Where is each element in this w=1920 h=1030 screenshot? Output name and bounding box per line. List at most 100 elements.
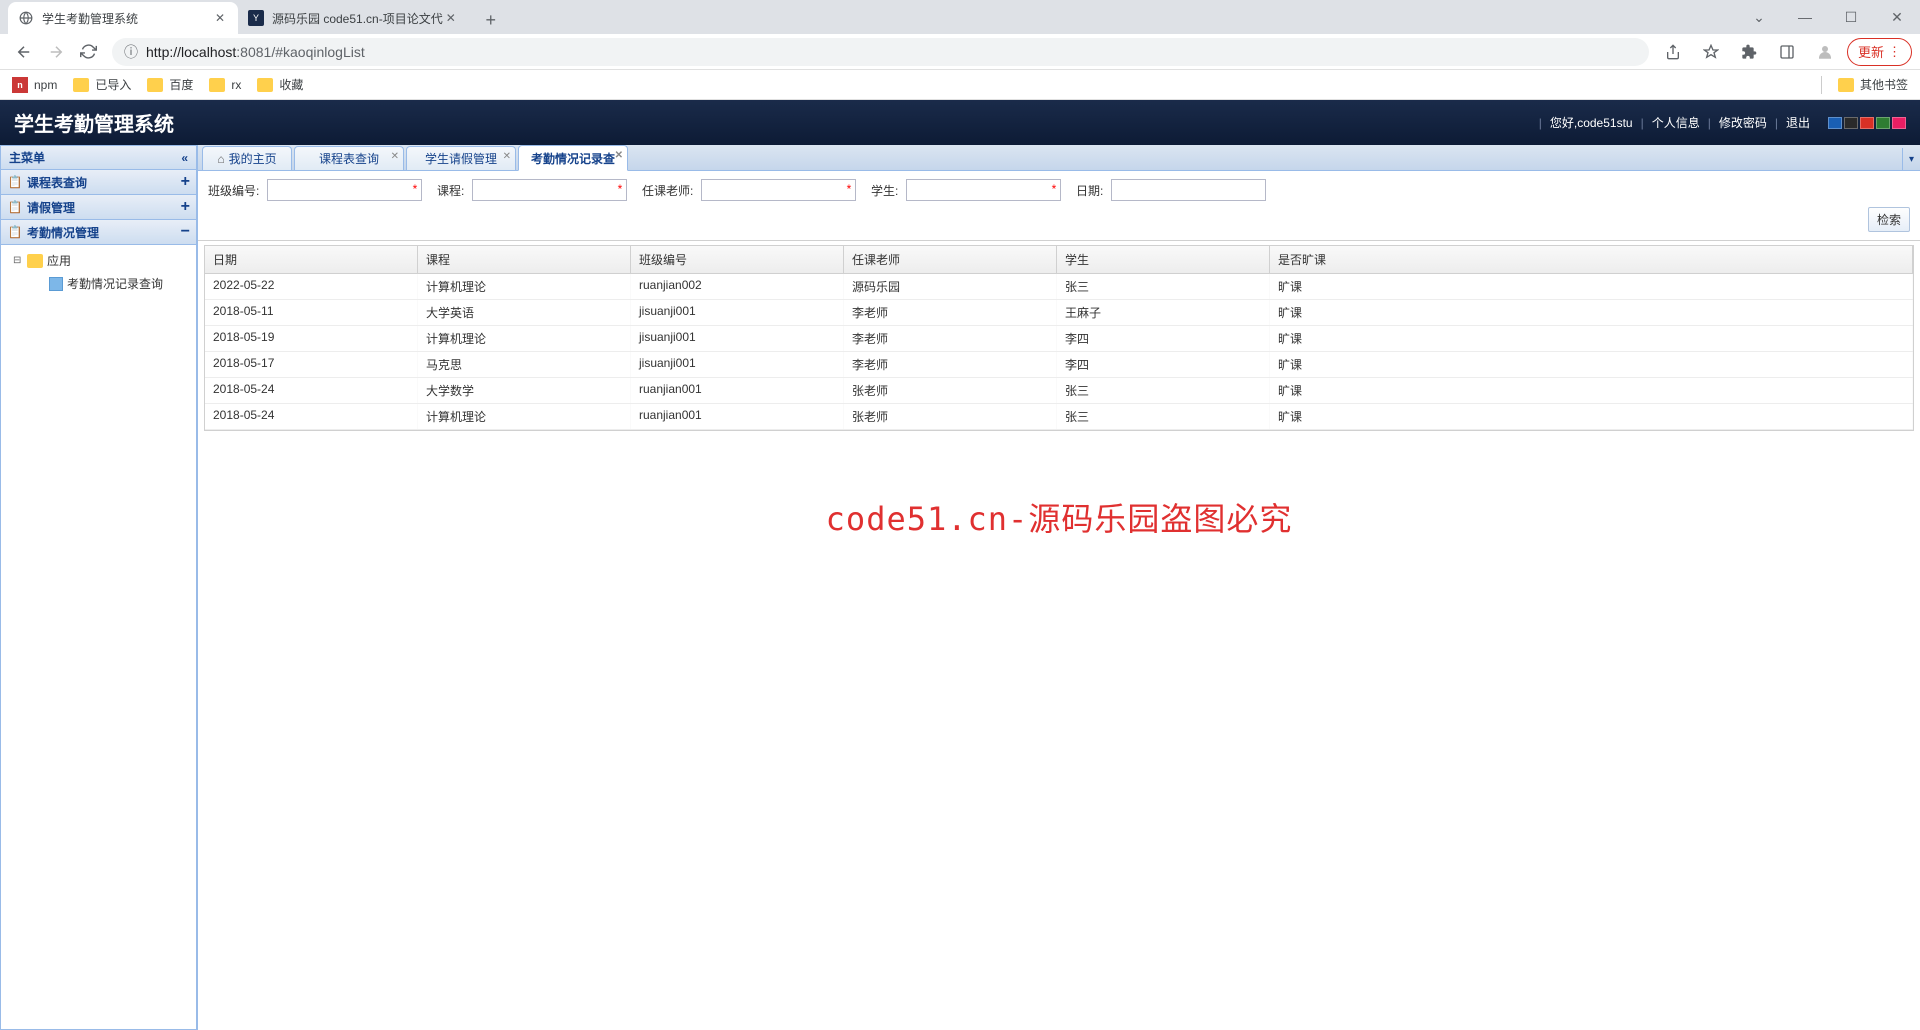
other-bookmarks[interactable]: 其他书签: [1838, 76, 1908, 93]
class-input[interactable]: [268, 180, 421, 200]
cell-class: ruanjian001: [631, 378, 844, 403]
extensions-icon[interactable]: [1733, 36, 1765, 68]
grid-header: 日期 课程 班级编号 任课老师 学生 是否旷课: [205, 246, 1913, 274]
table-row[interactable]: 2018-05-17马克思jisuanji001李老师李四旷课: [205, 352, 1913, 378]
browser-tab-inactive[interactable]: Y 源码乐园 code51.cn-项目论文代 ✕: [238, 2, 469, 34]
cell-student: 王麻子: [1057, 300, 1270, 325]
theme-color[interactable]: [1860, 117, 1874, 129]
divider: |: [1539, 116, 1542, 130]
course-field[interactable]: [472, 179, 627, 201]
back-button[interactable]: [8, 36, 40, 68]
teacher-field[interactable]: [701, 179, 856, 201]
student-input[interactable]: [907, 180, 1060, 200]
table-row[interactable]: 2018-05-19计算机理论jisuanji001李老师李四旷课: [205, 326, 1913, 352]
tab-menu-icon[interactable]: ▾: [1902, 148, 1920, 170]
folder-icon: [257, 78, 273, 92]
table-row[interactable]: 2018-05-24计算机理论ruanjian001张老师张三旷课: [205, 404, 1913, 430]
col-absent[interactable]: 是否旷课: [1270, 246, 1913, 273]
forward-button[interactable]: [40, 36, 72, 68]
date-input[interactable]: [1112, 180, 1265, 200]
maximize-button[interactable]: ☐: [1828, 2, 1874, 32]
theme-color[interactable]: [1892, 117, 1906, 129]
folder-icon: [27, 254, 43, 268]
col-student[interactable]: 学生: [1057, 246, 1270, 273]
col-date[interactable]: 日期: [205, 246, 418, 273]
table-row[interactable]: 2018-05-24大学数学ruanjian001张老师张三旷课: [205, 378, 1913, 404]
student-field[interactable]: [906, 179, 1061, 201]
close-icon[interactable]: ✕: [615, 150, 623, 161]
cell-class: jisuanji001: [631, 300, 844, 325]
bookmark-npm[interactable]: nnpm: [12, 77, 57, 93]
url-port: :8081: [236, 44, 271, 60]
bookmark-baidu[interactable]: 百度: [147, 76, 193, 93]
close-icon[interactable]: ✕: [391, 151, 399, 162]
collapse-icon[interactable]: ⊟: [13, 255, 25, 266]
sidebar-panel-attendance[interactable]: 📋 考勤情况管理 −: [0, 220, 197, 245]
tab-leave-mgmt[interactable]: 学生请假管理 ✕: [406, 146, 516, 170]
update-button[interactable]: 更新⋮: [1847, 38, 1912, 66]
tree-root-node[interactable]: ⊟ 应用: [1, 249, 196, 272]
tab-attendance-log[interactable]: 考勤情况记录查 ✕: [518, 145, 628, 171]
tab-home[interactable]: ⌂ 我的主页: [202, 146, 292, 170]
cell-student: 张三: [1057, 378, 1270, 403]
col-course[interactable]: 课程: [418, 246, 631, 273]
date-field[interactable]: [1111, 179, 1266, 201]
cell-course: 计算机理论: [418, 326, 631, 351]
theme-picker: [1828, 117, 1906, 129]
class-label: 班级编号:: [208, 182, 259, 199]
course-input[interactable]: [473, 180, 626, 200]
table-row[interactable]: 2022-05-22计算机理论ruanjian002源码乐园张三旷课: [205, 274, 1913, 300]
app-title: 学生考勤管理系统: [14, 108, 174, 137]
tab-schedule-query[interactable]: 课程表查询 ✕: [294, 146, 404, 170]
theme-color[interactable]: [1828, 117, 1842, 129]
new-tab-button[interactable]: +: [477, 6, 505, 34]
side-panel-icon[interactable]: [1771, 36, 1803, 68]
sidebar-panel-schedule[interactable]: 📋 课程表查询 +: [0, 170, 197, 195]
collapse-icon[interactable]: «: [181, 151, 188, 165]
tree-leaf-attendance-query[interactable]: 考勤情况记录查询: [1, 272, 196, 295]
sidebar-panel-label: 请假管理: [27, 199, 75, 216]
sidebar-panel-leave[interactable]: 📋 请假管理 +: [0, 195, 197, 220]
browser-tab-title: 学生考勤管理系统: [42, 10, 212, 27]
close-icon[interactable]: ✕: [212, 10, 228, 26]
col-teacher[interactable]: 任课老师: [844, 246, 1057, 273]
logout-link[interactable]: 退出: [1786, 114, 1810, 131]
close-window-button[interactable]: ✕: [1874, 2, 1920, 32]
teacher-input[interactable]: [702, 180, 855, 200]
cell-teacher: 源码乐园: [844, 274, 1057, 299]
info-icon[interactable]: ⓘ: [124, 42, 138, 62]
table-row[interactable]: 2018-05-11大学英语jisuanji001李老师王麻子旷课: [205, 300, 1913, 326]
bookmark-imported[interactable]: 已导入: [73, 76, 131, 93]
browser-tab-active[interactable]: 学生考勤管理系统 ✕: [8, 2, 238, 34]
search-button[interactable]: 检索: [1868, 207, 1910, 232]
chevron-down-icon[interactable]: ⌄: [1736, 2, 1782, 32]
minimize-button[interactable]: —: [1782, 2, 1828, 32]
cell-student: 张三: [1057, 404, 1270, 429]
change-password-link[interactable]: 修改密码: [1719, 114, 1767, 131]
close-icon[interactable]: ✕: [443, 10, 459, 26]
url-input[interactable]: ⓘ http://localhost:8081/#kaoqinlogList: [112, 38, 1649, 66]
reload-button[interactable]: [72, 36, 104, 68]
cell-absent: 旷课: [1270, 300, 1913, 325]
share-icon[interactable]: [1657, 36, 1689, 68]
close-icon[interactable]: ✕: [503, 151, 511, 162]
plus-icon[interactable]: +: [181, 173, 190, 191]
col-class[interactable]: 班级编号: [631, 246, 844, 273]
profile-link[interactable]: 个人信息: [1652, 114, 1700, 131]
star-icon[interactable]: [1695, 36, 1727, 68]
class-field[interactable]: [267, 179, 422, 201]
profile-icon[interactable]: [1809, 36, 1841, 68]
bookmark-favorites[interactable]: 收藏: [257, 76, 303, 93]
cell-date: 2018-05-24: [205, 378, 418, 403]
tab-label: 学生请假管理: [425, 150, 497, 167]
divider: |: [1708, 116, 1711, 130]
minus-icon[interactable]: −: [181, 223, 190, 241]
bookmark-rx[interactable]: rx: [209, 78, 241, 92]
browser-tab-strip: 学生考勤管理系统 ✕ Y 源码乐园 code51.cn-项目论文代 ✕ + ⌄ …: [0, 0, 1920, 34]
cell-absent: 旷课: [1270, 378, 1913, 403]
plus-icon[interactable]: +: [181, 198, 190, 216]
theme-color[interactable]: [1844, 117, 1858, 129]
cell-date: 2018-05-11: [205, 300, 418, 325]
theme-color[interactable]: [1876, 117, 1890, 129]
folder-icon: [147, 78, 163, 92]
